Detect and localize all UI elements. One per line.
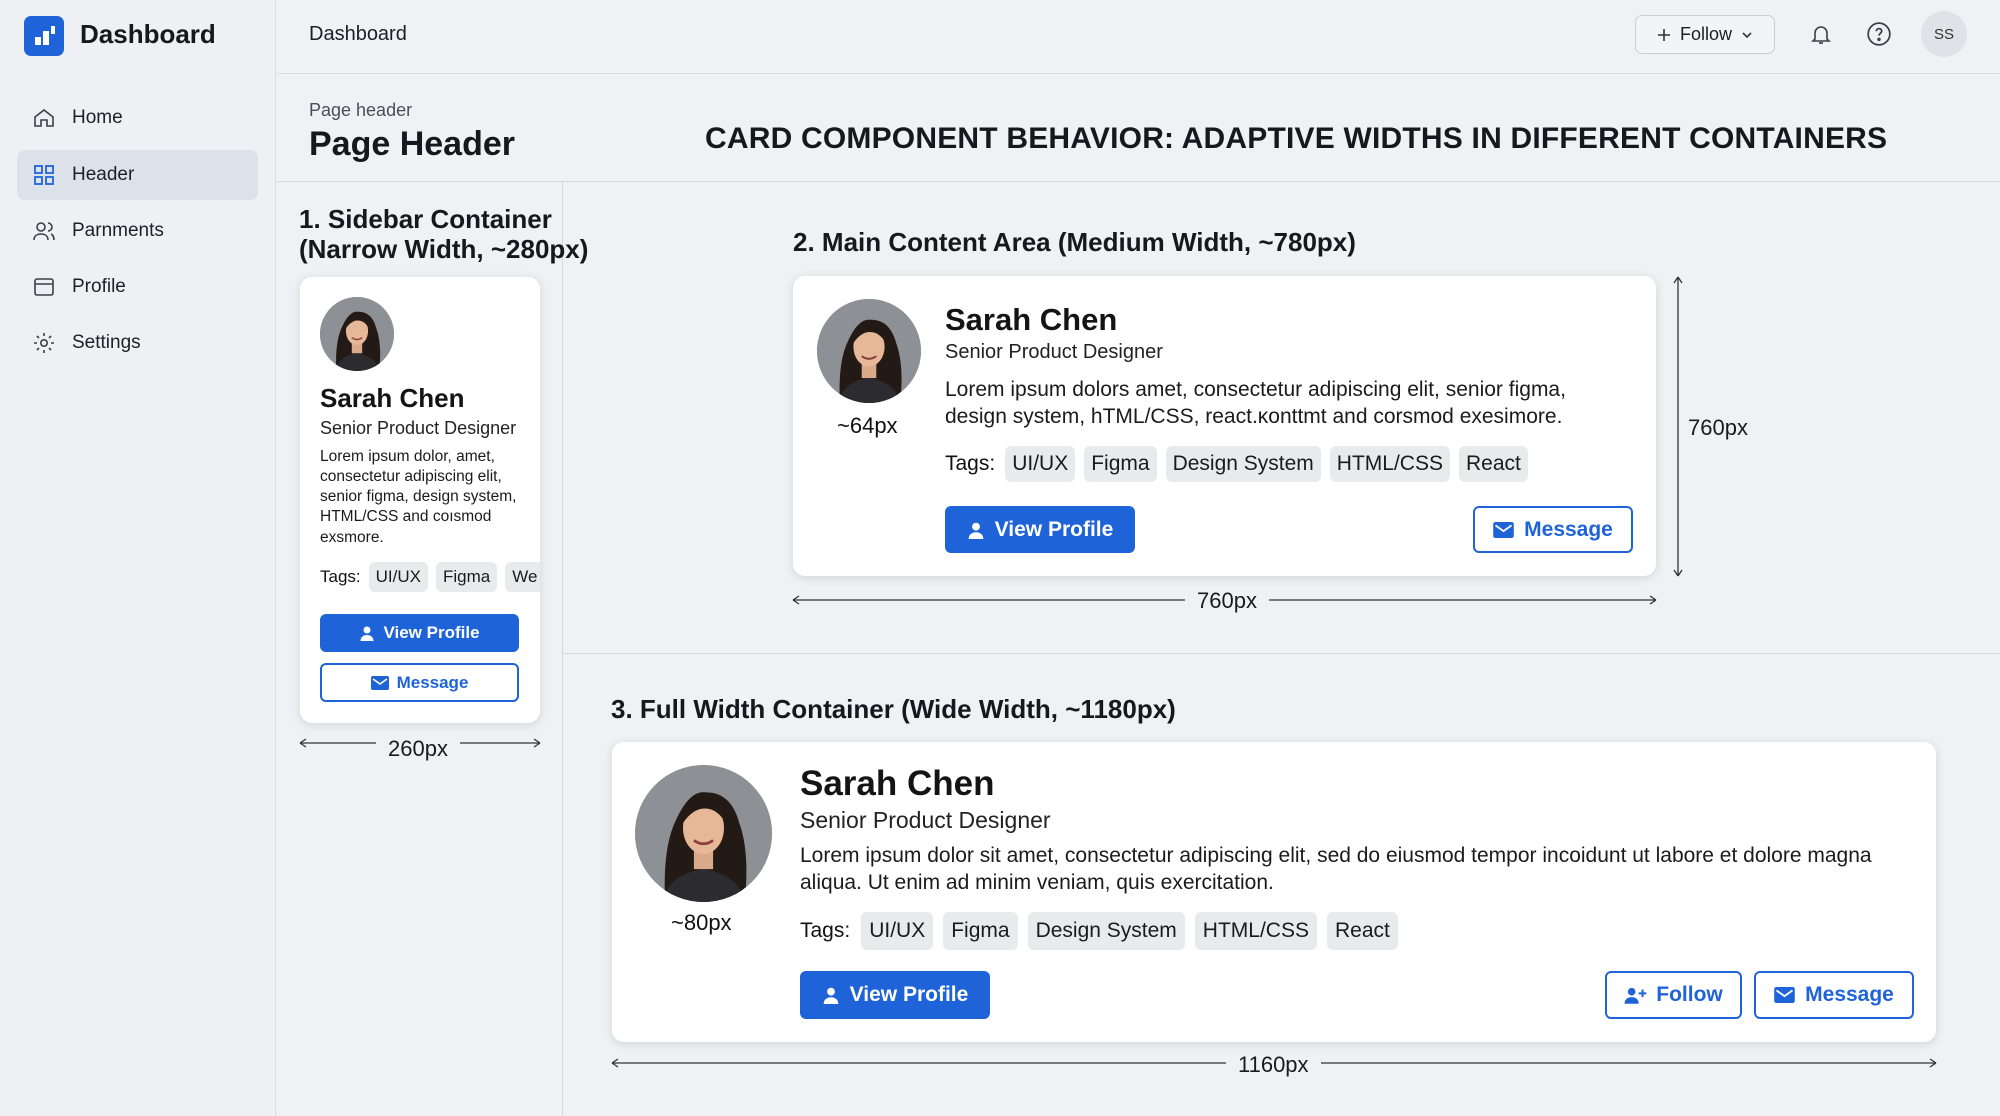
mail-icon [370,675,389,690]
divider [277,181,2000,182]
tag[interactable]: React [1458,446,1528,482]
page-title: Page Header [309,125,515,163]
user-icon [360,626,374,641]
avatar [320,297,394,371]
tag[interactable]: UI/UX [861,912,934,950]
width-label: 760px [1185,588,1269,614]
page-header-caption: Page header [309,100,413,120]
app-logo-icon[interactable] [24,16,64,56]
view-profile-button[interactable]: View Profile [945,506,1135,553]
sidebar-item-label: Profile [72,276,126,297]
message-button[interactable]: Message [320,663,519,702]
section-3-title: 3. Full Width Container (Wide Width, ~11… [611,694,1176,724]
tag-list: Tags: UI/UX Figma Design System HTML/CSS… [945,445,1635,483]
tag[interactable]: We [505,562,540,592]
tag[interactable]: HTML/CSS [1329,446,1450,482]
section-title-line: 1. Sidebar Container [299,204,552,234]
card-bio: Lorem ipsum dolors amet, consectetur adi… [945,378,1566,429]
section-2-title: 2. Main Content Area (Medium Width, ~780… [793,227,1356,257]
button-label: View Profile [849,983,969,1006]
tags-label: Tags: [800,919,851,942]
follow-dropdown-button[interactable]: Follow [1635,15,1775,54]
card-bio: Lorem ipsum dolor sit amet, consectetur … [800,844,1872,895]
tag[interactable]: Figma [943,912,1018,950]
sidebar-item-parnments[interactable]: Parnments [17,206,258,256]
tag-list: Tags: UI/UX Figma We [320,561,540,593]
button-label: Message [396,672,469,692]
sidebar-item-label: Settings [72,332,141,353]
sidebar-item-profile[interactable]: Profile [17,262,258,312]
home-icon [34,108,54,127]
users-icon [33,222,55,241]
sidebar-item-header[interactable]: Header [17,150,258,200]
avatar-size-label: ~64px [837,413,898,438]
sidebar-item-settings[interactable]: Settings [17,318,258,368]
tag[interactable]: UI/UX [1005,446,1076,482]
sidebar-item-label: Header [72,164,135,185]
button-label: View Profile [383,623,480,642]
tag[interactable]: HTML/CSS [1194,912,1317,950]
card-role: Senior Product Designer [945,341,1163,363]
follow-button[interactable]: Follow [1605,971,1742,1019]
avatar-size-label: ~80px [671,910,732,935]
user-icon [968,522,983,539]
width-label: 260px [376,736,460,762]
card-role: Senior Product Designer [800,807,1051,833]
button-label: Message [1805,983,1894,1006]
button-label: Message [1524,517,1613,541]
follow-label: Follow [1679,24,1732,44]
grid-icon [34,165,54,185]
view-profile-button[interactable]: View Profile [320,614,519,652]
profile-card-medium: ~64px Sarah Chen Senior Product Designer… [793,276,1656,576]
width-label: 1160px [1226,1052,1321,1078]
card-name: Sarah Chen [945,302,1118,337]
sidebar-item-home[interactable]: Home [17,93,258,143]
user-icon [823,987,838,1004]
mail-icon [1774,987,1795,1003]
gear-icon [34,333,54,353]
user-plus-icon [1624,987,1647,1004]
profile-card-narrow: Sarah Chen Senior Product Designer Lorem… [300,277,540,723]
message-button[interactable]: Message [1754,971,1914,1019]
card-name: Sarah Chen [800,764,995,803]
bell-icon[interactable] [1806,19,1836,49]
sidebar-item-label: Home [72,107,123,128]
button-label: View Profile [994,517,1114,541]
window-icon [34,278,54,296]
profile-card-wide: ~80px Sarah Chen Senior Product Designer… [612,742,1936,1042]
page-heading: CARD COMPONENT BEHAVIOR: ADAPTIVE WIDTHS… [705,122,1888,155]
mail-icon [1493,521,1514,538]
card-bio: Lorem ipsum dolor, amet, consectetur adi… [320,448,517,546]
tag[interactable]: Figma [435,562,498,592]
message-button[interactable]: Message [1473,506,1633,553]
tag[interactable]: UI/UX [368,562,428,592]
divider [563,653,2000,654]
tag[interactable]: Design System [1165,446,1321,482]
height-label: 760px [1688,415,1748,440]
user-avatar[interactable]: SS [1921,11,1967,57]
avatar [817,299,921,403]
plus-icon [1657,28,1670,41]
tag[interactable]: React [1326,912,1398,950]
tag-list: Tags: UI/UX Figma Design System HTML/CSS… [800,911,1600,951]
topbar-title: Dashboard [309,23,407,45]
chevron-down-icon [1742,31,1752,38]
height-dimension-arrow [1673,276,1683,577]
help-icon[interactable] [1864,19,1894,49]
view-profile-button[interactable]: View Profile [800,971,990,1019]
tag[interactable]: Figma [1084,446,1157,482]
card-role: Senior Product Designer [320,418,517,438]
tags-label: Tags: [320,567,361,586]
avatar [635,765,772,902]
sidebar-item-label: Parnments [72,220,164,241]
button-label: Follow [1656,983,1723,1006]
tags-label: Tags: [945,452,996,475]
app-title: Dashboard [80,19,216,49]
divider [562,182,563,1116]
section-title-line: (Narrow Width, ~280px) [299,233,589,264]
tag[interactable]: Design System [1027,912,1185,950]
card-name: Sarah Chen [320,383,465,413]
section-1-title: 1. Sidebar Container (Narrow Width, ~280… [299,204,589,265]
